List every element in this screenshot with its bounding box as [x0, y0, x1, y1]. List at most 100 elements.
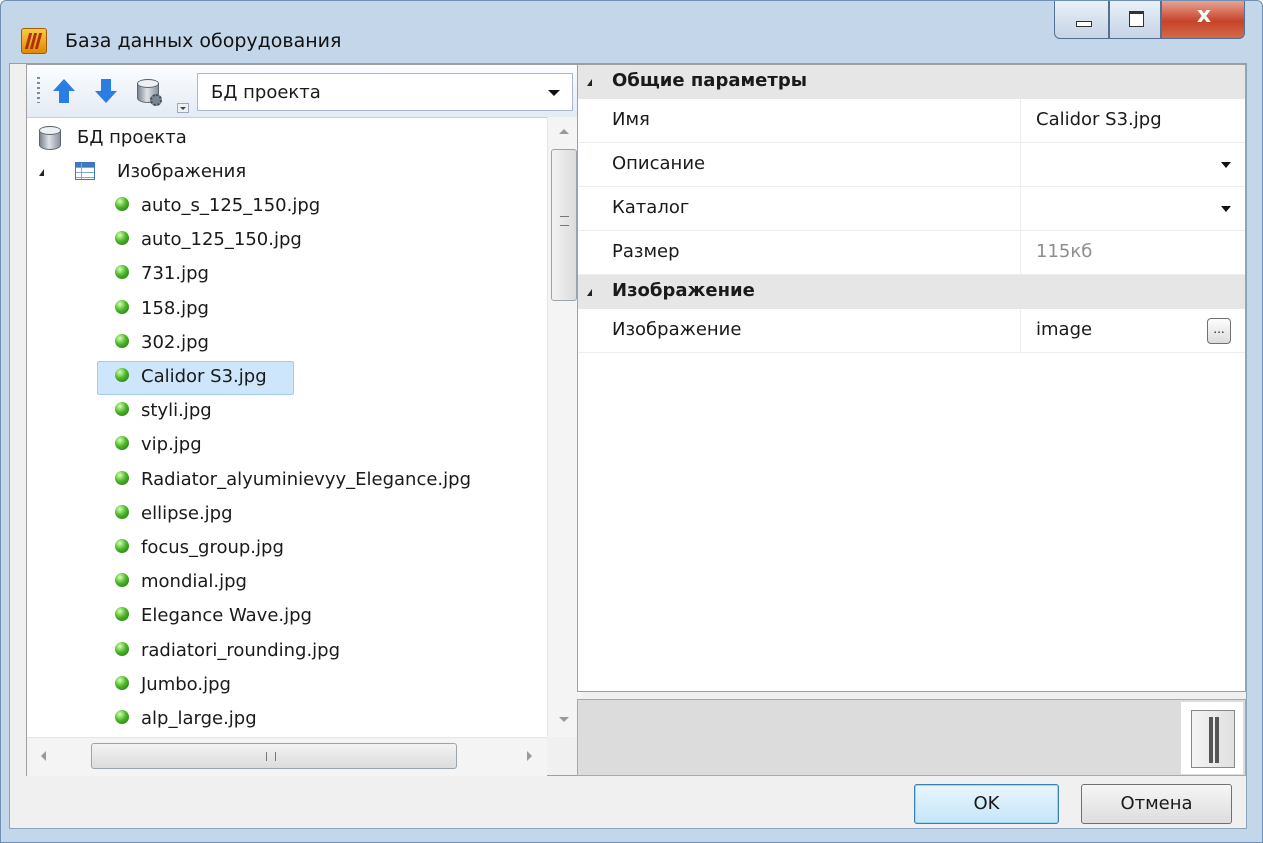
chevron-down-icon[interactable]	[1221, 206, 1231, 212]
tree-group-images[interactable]: Изображения	[27, 156, 547, 190]
tree-item-label: 302.jpg	[141, 332, 209, 353]
tree-item[interactable]: Jumbo.jpg	[27, 669, 547, 703]
tree-horizontal-scrollbar[interactable]	[27, 737, 547, 776]
database-select-value: БД проекта	[211, 82, 321, 103]
property-name[interactable]: Имя Calidor S3.jpg	[578, 99, 1245, 143]
tree-item-label: 731.jpg	[141, 263, 209, 284]
tree-item-label: focus_group.jpg	[141, 537, 284, 558]
category-general[interactable]: Общие параметры	[578, 65, 1245, 99]
property-divider	[1020, 99, 1021, 143]
property-catalog[interactable]: Каталог	[578, 187, 1245, 231]
arrow-up-icon[interactable]	[53, 79, 75, 103]
tree-item[interactable]: auto_s_125_150.jpg	[27, 190, 547, 224]
window-controls: x	[1054, 1, 1245, 39]
property-description[interactable]: Описание	[578, 143, 1245, 187]
tree-item[interactable]: radiatori_rounding.jpg	[27, 635, 547, 669]
property-divider	[1020, 143, 1021, 187]
window-title: База данных оборудования	[65, 30, 342, 52]
tree-item[interactable]: 731.jpg	[27, 258, 547, 292]
category-image-title: Изображение	[612, 280, 755, 301]
property-grid: Общие параметры Имя Calidor S3.jpg Описа…	[577, 64, 1246, 692]
green-ball-icon	[115, 710, 129, 724]
toolbar-overflow-button[interactable]	[177, 103, 189, 113]
tree-toolbar: БД проекта	[27, 65, 581, 118]
tree-item-label: 158.jpg	[141, 298, 209, 319]
category-general-title: Общие параметры	[612, 70, 807, 91]
property-image[interactable]: Изображение image ...	[578, 309, 1245, 353]
ok-button[interactable]: OK	[914, 784, 1059, 824]
tree-item[interactable]: 158.jpg	[27, 293, 547, 327]
tree-item[interactable]: ellipse.jpg	[27, 498, 547, 532]
tree-item-label: mondial.jpg	[141, 571, 247, 592]
dialog-client-area: БД проекта БД проекта Изображения auto_s…	[9, 63, 1247, 829]
tree-pane: БД проекта БД проекта Изображения auto_s…	[26, 64, 582, 776]
green-ball-icon	[115, 573, 129, 587]
tree-item-label: Radiator_alyuminievyy_Elegance.jpg	[141, 469, 471, 490]
toolbar-grip-icon[interactable]	[37, 77, 40, 103]
tree-item[interactable]: styli.jpg	[27, 395, 547, 429]
property-size-value: 115кб	[1036, 241, 1093, 262]
green-ball-icon	[115, 334, 129, 348]
arrow-down-icon[interactable]	[95, 79, 117, 103]
green-ball-icon	[115, 471, 129, 485]
tree-item[interactable]: 302.jpg	[27, 327, 547, 361]
green-ball-icon	[115, 197, 129, 211]
property-name-value[interactable]: Calidor S3.jpg	[1036, 109, 1162, 130]
green-ball-icon	[115, 265, 129, 279]
tree-item[interactable]: auto_125_150.jpg	[27, 224, 547, 258]
tree-item-selected[interactable]: Calidor S3.jpg	[27, 361, 547, 395]
scrollbar-corner	[547, 737, 581, 775]
tree-item[interactable]: alp_large.jpg	[27, 703, 547, 737]
horizontal-scroll-thumb[interactable]	[91, 743, 457, 769]
category-image[interactable]: Изображение	[578, 275, 1245, 309]
green-ball-icon	[115, 368, 129, 382]
image-preview-panel	[577, 699, 1246, 776]
scroll-up-icon[interactable]	[559, 129, 569, 134]
maximize-button[interactable]	[1109, 1, 1161, 39]
minimize-button[interactable]	[1054, 1, 1109, 39]
property-image-label: Изображение	[612, 319, 742, 340]
tree-item-label: auto_s_125_150.jpg	[141, 195, 321, 216]
property-description-label: Описание	[612, 153, 706, 174]
scroll-down-icon[interactable]	[559, 717, 569, 722]
tree-item[interactable]: mondial.jpg	[27, 566, 547, 600]
expand-icon[interactable]	[39, 169, 44, 176]
property-size: Размер 115кб	[578, 231, 1245, 275]
database-icon	[39, 126, 61, 150]
vertical-scroll-thumb[interactable]	[551, 149, 577, 301]
property-divider	[1020, 187, 1021, 231]
tree-item-label: Elegance Wave.jpg	[141, 605, 312, 626]
tree-item[interactable]: focus_group.jpg	[27, 532, 547, 566]
green-ball-icon	[115, 231, 129, 245]
chevron-down-icon[interactable]	[1221, 162, 1231, 168]
radiator-preview-image	[1181, 702, 1243, 774]
tree-item[interactable]: Elegance Wave.jpg	[27, 600, 547, 634]
tree-item[interactable]: vip.jpg	[27, 429, 547, 463]
green-ball-icon	[115, 402, 129, 416]
tree-group-label: Изображения	[117, 161, 247, 182]
scroll-right-icon[interactable]	[527, 751, 532, 761]
browse-button[interactable]: ...	[1207, 318, 1231, 344]
close-button[interactable]: x	[1161, 1, 1245, 39]
property-divider	[1020, 231, 1021, 275]
green-ball-icon	[115, 505, 129, 519]
tree-item-label: ellipse.jpg	[141, 503, 233, 524]
maximize-icon	[1129, 11, 1144, 27]
scroll-left-icon[interactable]	[41, 751, 46, 761]
property-image-value[interactable]: image	[1036, 319, 1092, 340]
tree-item-label: radiatori_rounding.jpg	[141, 640, 341, 661]
property-catalog-label: Каталог	[612, 197, 690, 218]
tree-root[interactable]: БД проекта	[27, 122, 547, 156]
cancel-button[interactable]: Отмена	[1081, 784, 1232, 824]
dialog-window: База данных оборудования x БД проекта БД…	[0, 0, 1263, 843]
collapse-icon[interactable]	[587, 289, 592, 296]
tree-item-label: alp_large.jpg	[141, 708, 257, 729]
tree-item[interactable]: Radiator_alyuminievyy_Elegance.jpg	[27, 464, 547, 498]
database-select[interactable]: БД проекта	[197, 73, 573, 111]
tree-item-label: Jumbo.jpg	[141, 674, 231, 695]
title-bar[interactable]: База данных оборудования x	[1, 1, 1263, 63]
collapse-icon[interactable]	[587, 79, 592, 86]
equipment-tree: БД проекта Изображения auto_s_125_150.jp…	[27, 117, 547, 737]
chevron-down-icon[interactable]	[548, 90, 560, 96]
close-icon: x	[1196, 3, 1212, 28]
